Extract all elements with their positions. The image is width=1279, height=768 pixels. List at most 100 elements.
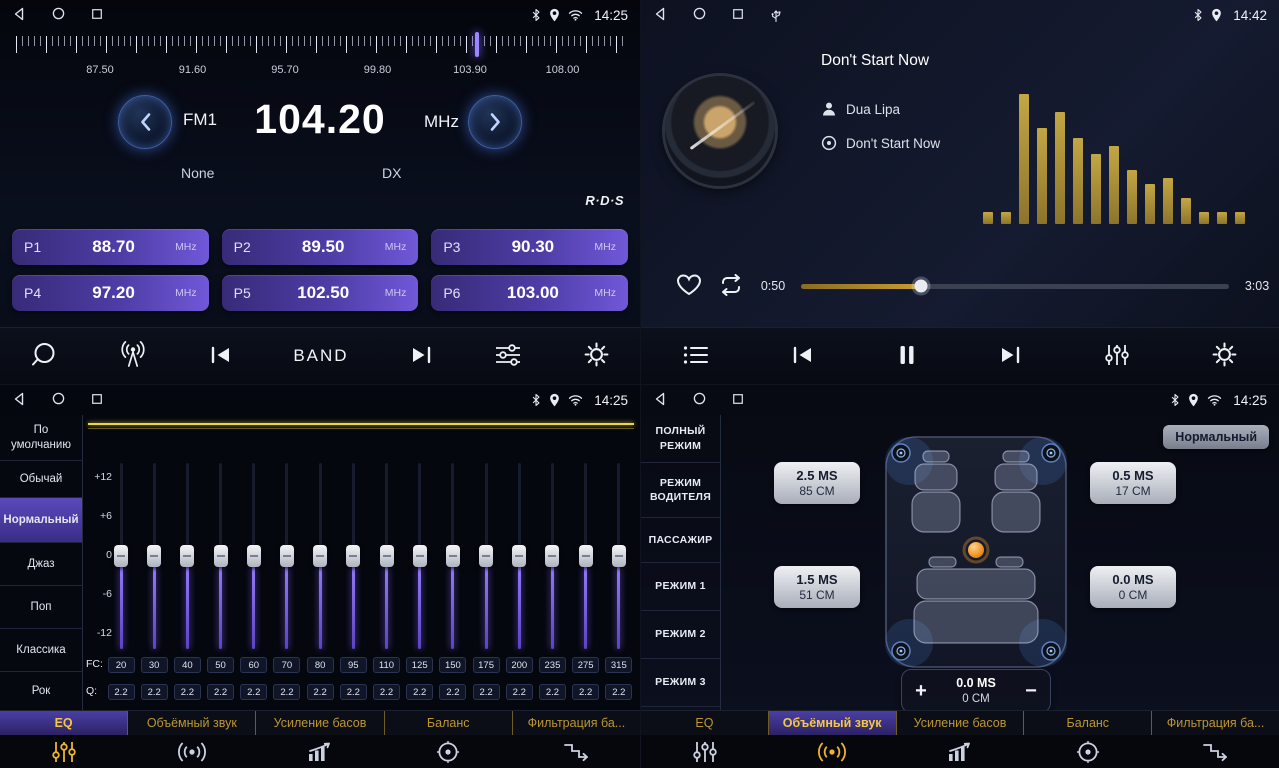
preset-p6-button[interactable]: P6 103.00 MHz	[431, 275, 628, 311]
tab-surround-icon-button[interactable]	[769, 735, 897, 768]
preset-p4-button[interactable]: P4 97.20 MHz	[12, 275, 209, 311]
eq-preset-item[interactable]: Джаз	[0, 543, 82, 586]
tune-up-button[interactable]	[468, 95, 522, 149]
favorite-button[interactable]	[675, 273, 703, 300]
repeat-button[interactable]	[717, 274, 745, 299]
eq-slider-handle[interactable]	[446, 545, 460, 567]
tab-eq[interactable]: EQ	[641, 711, 769, 735]
eq-preset-item[interactable]: По умолчанию	[0, 415, 82, 461]
seek-bar[interactable]	[801, 284, 1229, 289]
eq-preset-item[interactable]: Поп	[0, 586, 82, 629]
eq-slider-handle[interactable]	[612, 545, 626, 567]
nav-back-button[interactable]	[653, 7, 667, 24]
eq-slider-handle[interactable]	[247, 545, 261, 567]
mode-item-2[interactable]: РЕЖИМ 2	[641, 611, 720, 659]
eq-band-slider[interactable]	[438, 461, 468, 651]
next-track-button[interactable]	[998, 345, 1022, 368]
nav-back-button[interactable]	[12, 7, 26, 24]
delay-rear-left-button[interactable]: 1.5 MS 51 CM	[774, 566, 860, 608]
nav-back-button[interactable]	[653, 392, 667, 409]
playlist-button[interactable]	[682, 344, 710, 369]
eq-band-slider[interactable]	[239, 461, 269, 651]
eq-slider-handle[interactable]	[346, 545, 360, 567]
nav-recents-button[interactable]	[732, 393, 744, 408]
preset-p5-button[interactable]: P5 102.50 MHz	[222, 275, 419, 311]
mode-item-1[interactable]: РЕЖИМ 1	[641, 563, 720, 611]
tune-down-button[interactable]	[118, 95, 172, 149]
nav-recents-button[interactable]	[91, 393, 103, 408]
mode-item-driver[interactable]: РЕЖИМ ВОДИТЕЛЯ	[641, 463, 720, 518]
eq-slider-handle[interactable]	[380, 545, 394, 567]
eq-band-slider[interactable]	[471, 461, 501, 651]
band-button[interactable]: BAND	[293, 346, 348, 366]
eq-band-slider[interactable]	[537, 461, 567, 651]
tab-balance[interactable]: Баланс	[385, 711, 513, 735]
tab-surround-icon-button[interactable]	[128, 735, 256, 768]
tab-filter-icon-button[interactable]	[512, 735, 640, 768]
previous-station-button[interactable]	[209, 345, 233, 368]
tab-eq-icon-button[interactable]	[641, 735, 769, 768]
settings-button[interactable]	[1211, 341, 1238, 371]
nav-home-button[interactable]	[52, 392, 65, 408]
eq-band-slider[interactable]	[206, 461, 236, 651]
eq-preset-item[interactable]: Рок	[0, 672, 82, 711]
eq-slider-handle[interactable]	[512, 545, 526, 567]
equalizer-button[interactable]	[494, 343, 522, 370]
tab-bass-icon-button[interactable]	[896, 735, 1024, 768]
tab-balance[interactable]: Баланс	[1024, 711, 1152, 735]
mode-item-3[interactable]: РЕЖИМ 3	[641, 659, 720, 707]
eq-band-slider[interactable]	[139, 461, 169, 651]
eq-band-slider[interactable]	[372, 461, 402, 651]
eq-slider-handle[interactable]	[579, 545, 593, 567]
eq-band-slider[interactable]	[504, 461, 534, 651]
eq-band-slider[interactable]	[172, 461, 202, 651]
pause-button[interactable]	[897, 344, 917, 369]
tab-filter[interactable]: Фильтрация ба...	[513, 711, 640, 735]
sound-profile-button[interactable]: Нормальный	[1163, 425, 1269, 449]
eq-slider-handle[interactable]	[313, 545, 327, 567]
nav-home-button[interactable]	[52, 7, 65, 23]
preset-p1-button[interactable]: P1 88.70 MHz	[12, 229, 209, 265]
eq-band-slider[interactable]	[305, 461, 335, 651]
tab-filter[interactable]: Фильтрация ба...	[1152, 711, 1279, 735]
tab-balance-icon-button[interactable]	[1024, 735, 1152, 768]
eq-band-slider[interactable]	[338, 461, 368, 651]
eq-slider-handle[interactable]	[479, 545, 493, 567]
tab-bass-boost[interactable]: Усиление басов	[256, 711, 384, 735]
tab-eq[interactable]: EQ	[0, 711, 128, 735]
eq-slider-handle[interactable]	[280, 545, 294, 567]
eq-preset-item[interactable]: Обычай	[0, 461, 82, 498]
delay-decrease-button[interactable]: −	[1012, 680, 1050, 703]
delay-rear-right-button[interactable]: 0.0 MS 0 CM	[1090, 566, 1176, 608]
nav-back-button[interactable]	[12, 392, 26, 409]
eq-band-slider[interactable]	[106, 461, 136, 651]
tab-eq-icon-button[interactable]	[0, 735, 128, 768]
settings-button[interactable]	[583, 341, 610, 371]
mode-item-full[interactable]: ПОЛНЫЙ РЕЖИМ	[641, 415, 720, 463]
previous-track-button[interactable]	[791, 345, 815, 368]
delay-increase-button[interactable]: +	[902, 680, 940, 703]
broadcast-scan-button[interactable]	[118, 341, 148, 371]
tab-surround[interactable]: Объёмный звук	[128, 711, 256, 735]
tab-bass-boost[interactable]: Усиление басов	[897, 711, 1025, 735]
frequency-scale[interactable]: 87.50 91.60 95.70 99.80 103.90 108.00	[0, 30, 640, 86]
eq-slider-handle[interactable]	[214, 545, 228, 567]
eq-slider-handle[interactable]	[180, 545, 194, 567]
tab-surround[interactable]: Объёмный звук	[769, 711, 897, 735]
mode-item-passenger[interactable]: ПАССАЖИР	[641, 518, 720, 563]
eq-band-slider[interactable]	[571, 461, 601, 651]
eq-slider-handle[interactable]	[413, 545, 427, 567]
delay-front-left-button[interactable]: 2.5 MS 85 CM	[774, 462, 860, 504]
eq-preset-item[interactable]: Классика	[0, 629, 82, 672]
tab-filter-icon-button[interactable]	[1151, 735, 1279, 768]
equalizer-button[interactable]	[1104, 343, 1130, 370]
eq-slider-handle[interactable]	[545, 545, 559, 567]
preset-p2-button[interactable]: P2 89.50 MHz	[222, 229, 419, 265]
preset-p3-button[interactable]: P3 90.30 MHz	[431, 229, 628, 265]
eq-slider-handle[interactable]	[147, 545, 161, 567]
nav-recents-button[interactable]	[91, 8, 103, 23]
eq-band-slider[interactable]	[272, 461, 302, 651]
progress-thumb[interactable]	[914, 280, 927, 293]
eq-band-slider[interactable]	[604, 461, 634, 651]
tab-balance-icon-button[interactable]	[384, 735, 512, 768]
